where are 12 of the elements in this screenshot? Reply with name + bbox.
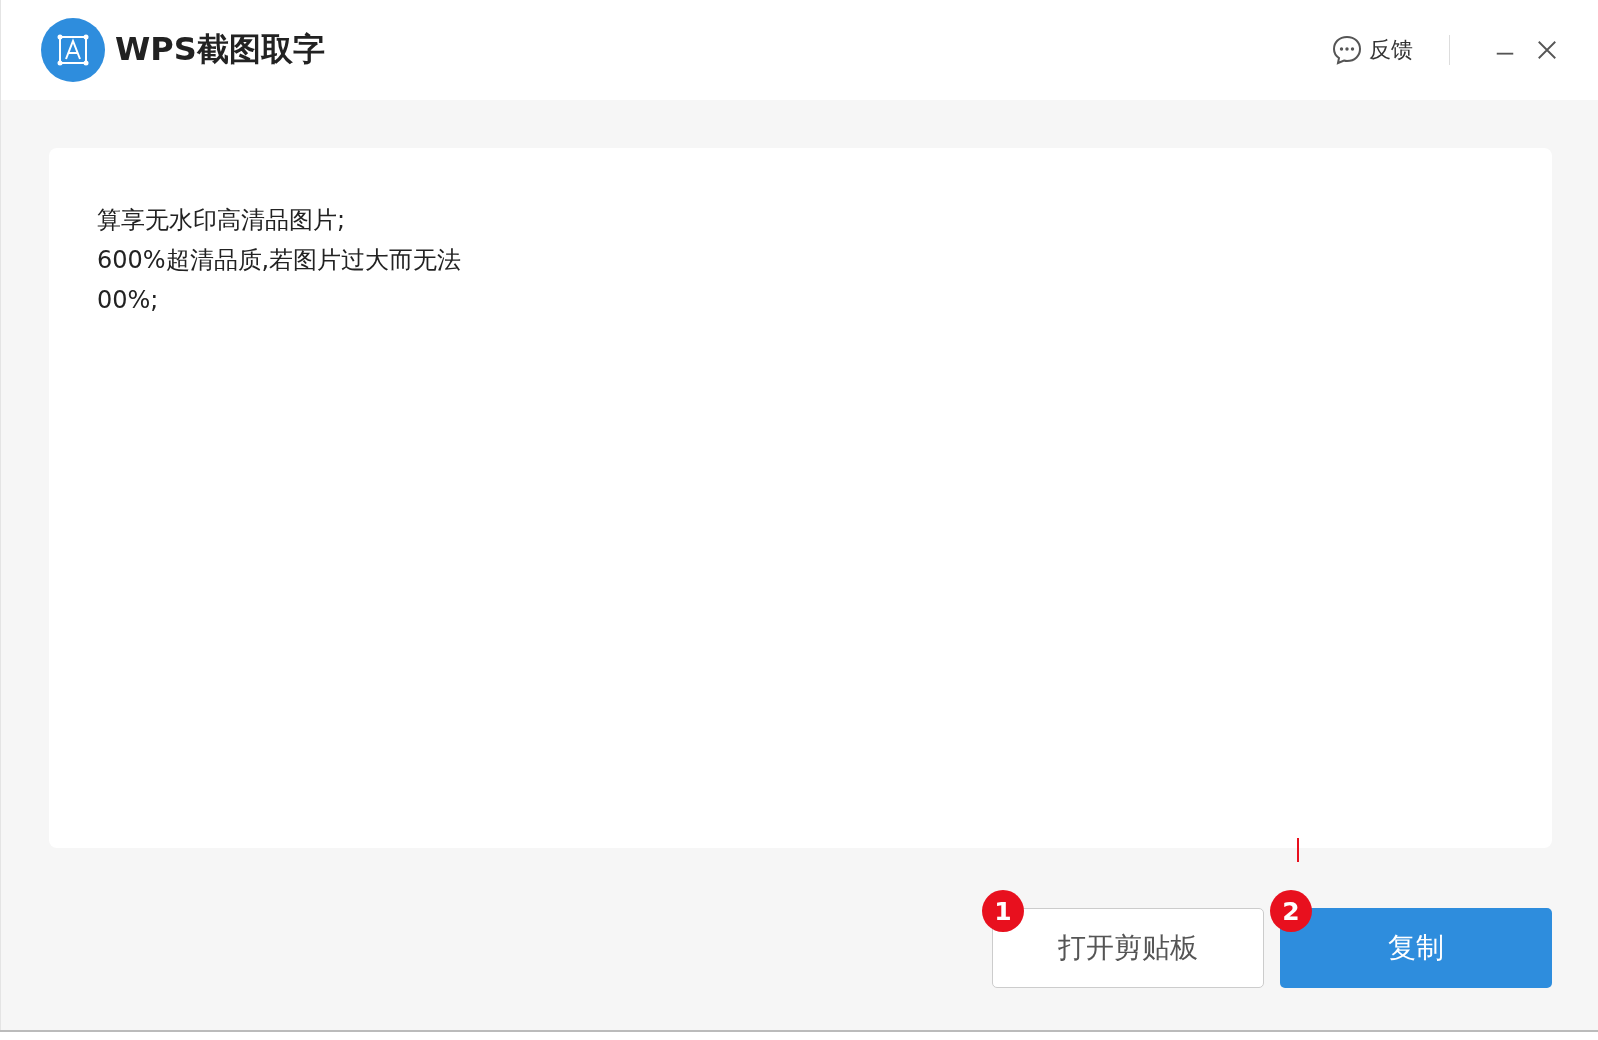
window-title: WPS截图取字 (115, 29, 325, 70)
step-badge: 1 (982, 890, 1024, 932)
step-badge: 2 (1270, 890, 1312, 932)
text-line: 600%超清品质,若图片过大而无法 (97, 245, 463, 276)
text-line: 00%; (97, 285, 160, 316)
app-logo-icon (41, 18, 105, 82)
close-icon[interactable] (1536, 39, 1558, 61)
feedback-button[interactable]: 反馈 (1331, 34, 1413, 66)
chat-bubble-icon (1331, 34, 1363, 66)
result-text-area[interactable]: 算享无水印高清品图片; 600%超清品质,若图片过大而无法 00%; (49, 148, 1552, 848)
text-line: 算享无水印高清品图片; (97, 205, 347, 236)
marker-line (1297, 838, 1299, 862)
